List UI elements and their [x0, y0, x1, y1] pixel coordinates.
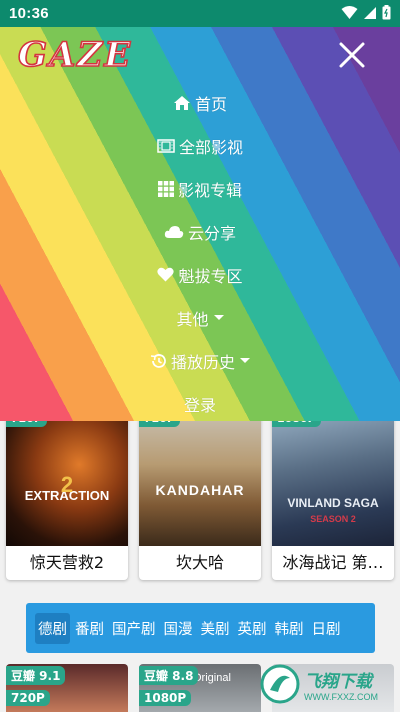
movie-title: 冰海战记 第…	[282, 553, 384, 572]
menu-item-label: 播放历史	[170, 352, 235, 372]
filter-tab[interactable]: 国产剧	[109, 613, 159, 644]
poster-title: KANDAHAR	[155, 482, 245, 498]
movie-title: 坎大哈	[175, 553, 224, 572]
filter-tab[interactable]: 美剧	[198, 613, 233, 644]
close-icon[interactable]	[338, 41, 366, 69]
grid-icon	[157, 180, 174, 197]
filter-tab[interactable]: 日剧	[309, 613, 344, 644]
menu-item-cloud-share[interactable]: 云分享	[0, 210, 400, 253]
movie-card[interactable]: 豆瓣 9.1 720P	[6, 664, 128, 712]
poster-subtitle: SEASON 2	[310, 514, 356, 524]
menu-item-kuiba[interactable]: 魁拔专区	[0, 253, 400, 296]
heart-icon	[157, 267, 175, 282]
menu-item-label: 魁拔专区	[178, 266, 243, 286]
watermark-url: WWW.FXXZ.COM	[304, 691, 378, 702]
cloud-icon	[164, 225, 184, 238]
navigation-menu: GAZE 首页 全部影视 影视专辑 云分享 魁拔专区 其他 播放历史 登录	[0, 27, 400, 421]
filter-tab[interactable]: 德剧	[35, 612, 70, 644]
filter-tab[interactable]: 英剧	[235, 613, 270, 644]
menu-item-label: 影视专辑	[177, 180, 242, 200]
poster-subtitle: 2	[60, 472, 74, 497]
rating-badge: 豆瓣 8.8	[139, 666, 199, 685]
menu-list: 首页 全部影视 影视专辑 云分享 魁拔专区 其他 播放历史 登录	[0, 81, 400, 421]
wifi-icon	[341, 5, 358, 19]
history-icon	[150, 353, 166, 368]
quality-badge: 720P	[6, 690, 50, 706]
quality-badge: 1080P	[139, 690, 192, 706]
watermark-title: 飞翔下载	[304, 671, 372, 692]
status-time: 10:36	[9, 5, 49, 22]
home-icon	[173, 95, 190, 110]
battery-icon	[382, 5, 391, 20]
chevron-down-icon	[213, 315, 224, 320]
menu-item-label: 其他	[176, 309, 209, 329]
movie-card[interactable]: Original 豆瓣 8.8 1080P	[139, 664, 261, 712]
menu-item-label: 全部影视	[178, 137, 243, 157]
watermark-logo-icon	[260, 664, 300, 704]
menu-item-all-videos[interactable]: 全部影视	[0, 124, 400, 167]
filter-tab[interactable]: 国漫	[161, 613, 196, 644]
filter-tab[interactable]: 韩剧	[272, 613, 307, 644]
filter-tab[interactable]: 番剧	[72, 613, 107, 644]
category-filter-bar: 德剧 番剧 国产剧 国漫 美剧 英剧 韩剧 日剧	[26, 603, 375, 653]
poster-label: Original	[193, 672, 231, 684]
menu-item-other[interactable]: 其他	[0, 296, 400, 339]
chevron-down-icon	[240, 358, 250, 363]
movie-card[interactable]: EXTRACTION 2 720P 惊天营救2	[6, 410, 128, 580]
menu-item-home[interactable]: 首页	[0, 81, 400, 124]
movie-card[interactable]: VINLAND SAGA SEASON 2 1080P 冰海战记 第…	[272, 410, 394, 580]
movie-poster: KANDAHAR	[139, 410, 261, 546]
status-bar: 10:36	[0, 0, 400, 27]
movie-grid: EXTRACTION 2 720P 惊天营救2 KANDAHAR 720P 坎大…	[0, 410, 400, 586]
menu-item-history[interactable]: 播放历史	[0, 339, 400, 382]
menu-item-label: 登录	[183, 395, 216, 415]
rating-badge: 豆瓣 9.1	[6, 666, 66, 685]
menu-item-albums[interactable]: 影视专辑	[0, 167, 400, 210]
poster-title: VINLAND SAGA	[287, 496, 379, 510]
watermark: 飞翔下载 WWW.FXXZ.COM	[260, 662, 390, 706]
menu-item-label: 云分享	[187, 223, 236, 243]
movie-poster: EXTRACTION 2	[6, 410, 128, 546]
film-icon	[157, 138, 175, 153]
signal-icon	[364, 6, 376, 19]
app-logo[interactable]: GAZE	[17, 34, 132, 76]
movie-title: 惊天营救2	[29, 553, 105, 572]
menu-item-label: 首页	[194, 94, 227, 114]
movie-card[interactable]: KANDAHAR 720P 坎大哈	[139, 410, 261, 580]
menu-item-login[interactable]: 登录	[0, 382, 400, 421]
movie-poster: VINLAND SAGA SEASON 2	[272, 410, 394, 546]
